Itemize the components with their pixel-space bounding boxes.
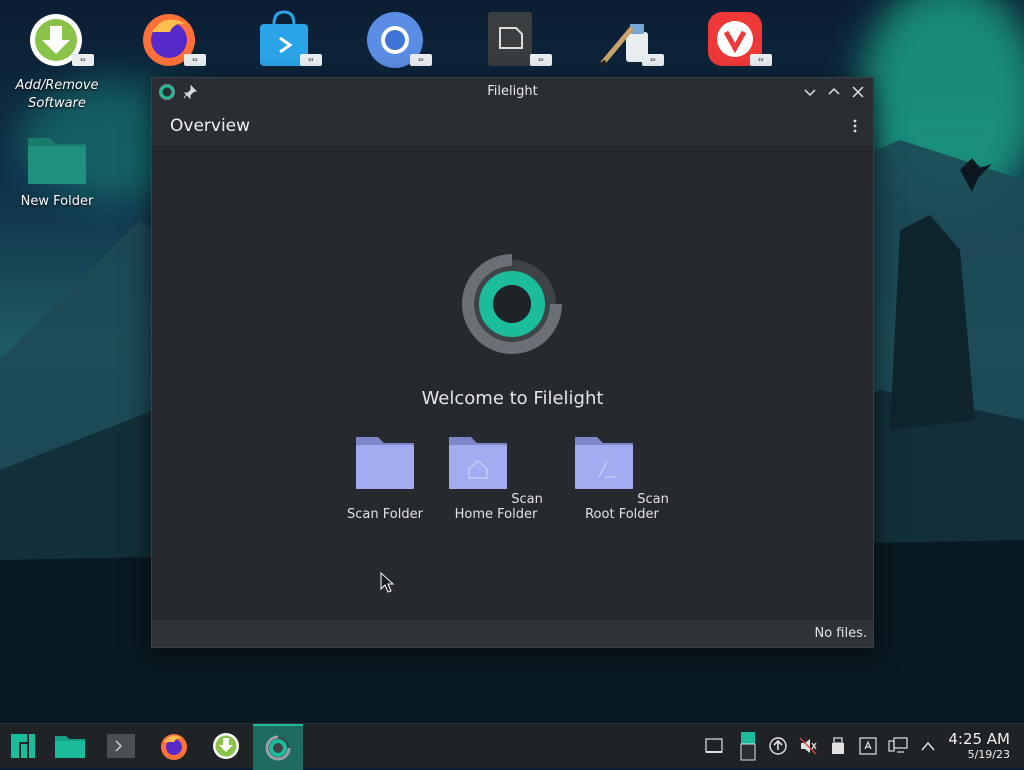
maximize-button[interactable] — [825, 83, 843, 101]
manjaro-menu-icon[interactable] — [0, 726, 46, 766]
new-folder-desktop-item[interactable]: New Folder — [12, 132, 102, 209]
kebab-menu-icon — [853, 119, 857, 133]
add-remove-software-label[interactable]: Add/Remove Software — [12, 77, 102, 113]
link-emblem-icon: ⇔ — [642, 54, 664, 66]
updates-icon[interactable] — [768, 736, 788, 756]
link-emblem-icon: ⇔ — [410, 54, 432, 66]
minimize-button[interactable] — [801, 83, 819, 101]
link-emblem-icon: ⇔ — [300, 54, 322, 66]
scan-home-folder-label: Scan Home Folder — [454, 492, 543, 522]
chevron-up-icon[interactable] — [918, 736, 938, 756]
new-folder-label: New Folder — [20, 194, 94, 209]
status-text: No files. — [814, 626, 867, 641]
clipboard-icon[interactable] — [738, 728, 758, 764]
clock-date: 5/19/23 — [967, 748, 1010, 761]
terminal-icon[interactable] — [98, 726, 144, 766]
usb-device-icon[interactable] — [828, 736, 848, 756]
paint-icon[interactable]: ⇔ — [598, 10, 664, 70]
folder-icon — [356, 437, 414, 489]
close-button[interactable] — [849, 83, 867, 101]
menu-button[interactable] — [845, 116, 865, 136]
statusbar: No files. — [152, 620, 873, 647]
store-icon[interactable]: ⇔ — [256, 10, 322, 70]
link-emblem-icon: ⇔ — [184, 54, 206, 66]
chromium-icon[interactable]: ⇔ — [366, 10, 432, 70]
scan-root-folder-label: Scan Root Folder — [585, 492, 669, 522]
show-desktop-icon[interactable] — [704, 736, 724, 756]
notifications-icon[interactable] — [858, 736, 878, 756]
file-manager-icon[interactable] — [47, 726, 93, 766]
home-folder-icon — [449, 437, 508, 489]
root-folder-icon — [575, 437, 634, 489]
software-center-icon[interactable]: ⇔ — [28, 10, 94, 70]
window-title: Filelight — [487, 84, 538, 99]
taskbar: 4:25 AM 5/19/23 — [0, 723, 1024, 770]
scan-folder-label: Scan Folder — [347, 507, 423, 522]
link-emblem-icon: ⇔ — [750, 54, 772, 66]
volume-muted-icon[interactable] — [798, 736, 818, 756]
filelight-taskbar-icon[interactable] — [253, 724, 303, 770]
page-title: Overview — [170, 116, 251, 136]
scan-folder-button[interactable]: Scan Folder — [340, 435, 430, 522]
filelight-logo-icon — [462, 254, 562, 354]
folder-icon — [28, 138, 86, 184]
header: Overview — [152, 106, 873, 147]
firefox-taskbar-icon[interactable] — [151, 726, 197, 766]
overview-content: Welcome to Filelight Scan Folder Scan Ho… — [152, 147, 873, 620]
titlebar: Filelight — [152, 78, 873, 106]
scan-home-folder-button[interactable]: Scan Home Folder — [436, 435, 556, 522]
welcome-text: Welcome to Filelight — [421, 388, 604, 409]
document-viewer-icon[interactable]: ⇔ — [486, 10, 552, 70]
software-center-taskbar-icon[interactable] — [203, 726, 249, 766]
firefox-icon[interactable]: ⇔ — [140, 10, 206, 70]
link-emblem-icon: ⇔ — [530, 54, 552, 66]
scan-root-folder-button[interactable]: Scan Root Folder — [564, 435, 680, 522]
network-icon[interactable] — [888, 736, 908, 756]
link-emblem-icon: ⇔ — [72, 54, 94, 66]
clock[interactable]: 4:25 AM 5/19/23 — [948, 730, 1010, 762]
vivaldi-icon[interactable]: ⇔ — [706, 10, 772, 70]
mouse-cursor-icon — [380, 572, 395, 593]
filelight-window: Filelight Overview Welcome to Filelight … — [151, 77, 874, 648]
clock-time: 4:25 AM — [948, 730, 1010, 748]
